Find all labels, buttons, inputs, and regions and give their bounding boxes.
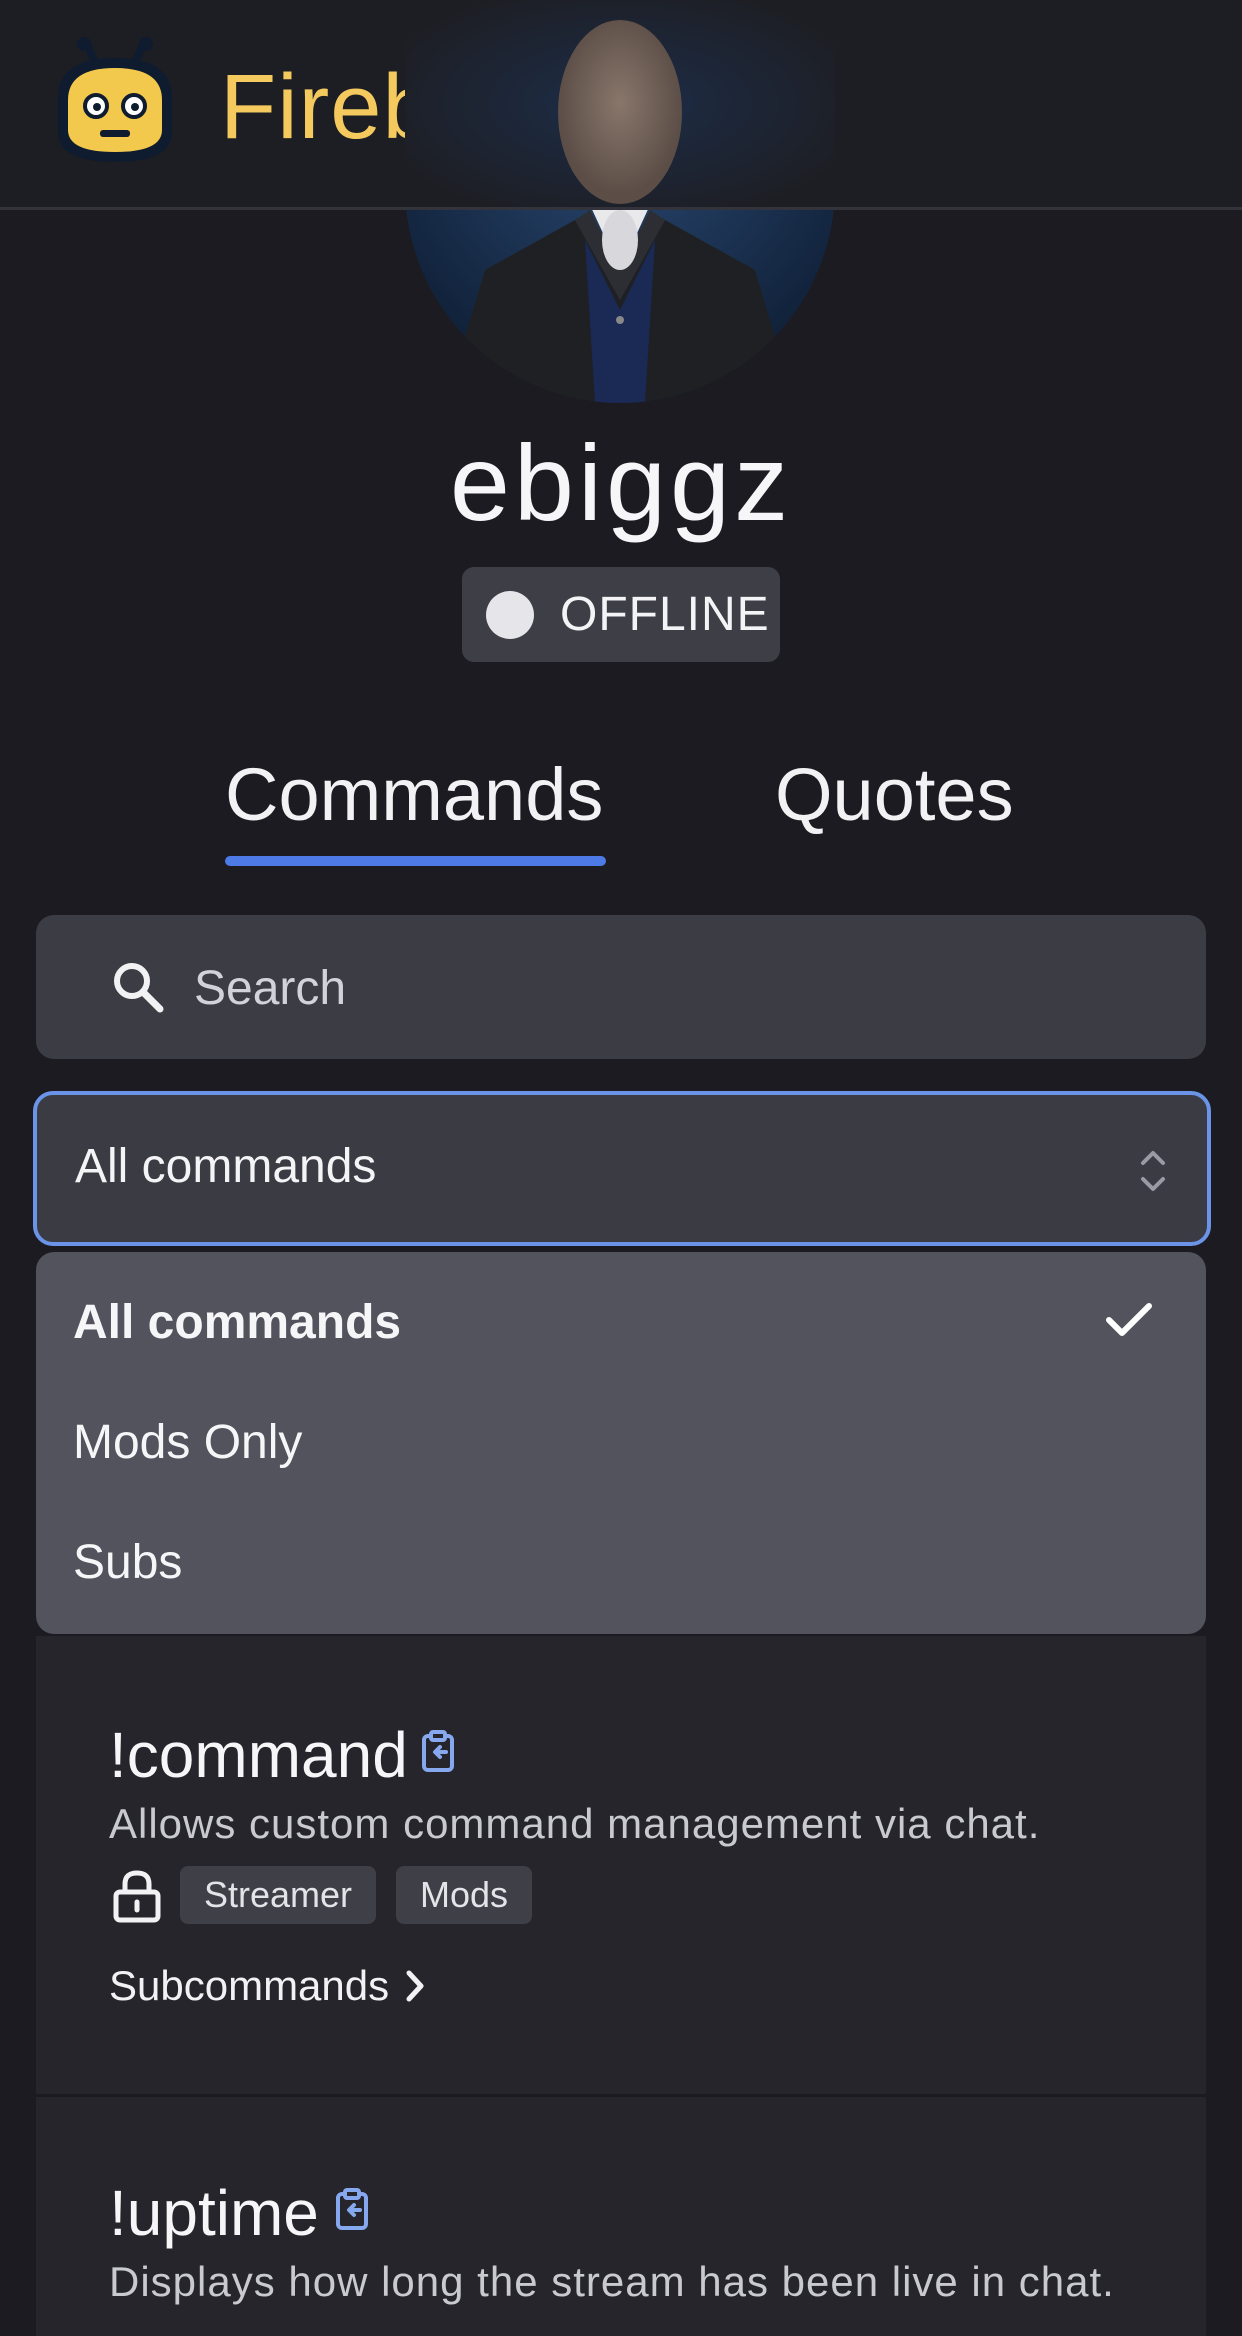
app-header: Firebot (0, 0, 1242, 210)
select-value: All commands (75, 1140, 377, 1193)
search-icon (114, 963, 164, 1013)
status-dot-icon (486, 590, 534, 639)
subcommands-label: Subcommands (109, 1962, 390, 2009)
role-tag: Mods (396, 1866, 533, 1924)
status-badge: OFFLINE (462, 567, 780, 662)
check-icon (1106, 1303, 1152, 1336)
command-name: !uptime (109, 2177, 319, 2249)
command-list: !command Allows custom command managemen… (36, 1636, 1206, 2336)
active-tab-indicator (225, 856, 606, 866)
firebot-logo-icon (58, 37, 172, 162)
lock-icon (113, 1870, 161, 1923)
chevron-up-down-icon (1141, 1151, 1165, 1191)
filter-dropdown-menu: All commands Mods Only Subs (36, 1252, 1206, 1634)
command-name: !command (109, 1719, 408, 1791)
role-tag: Streamer (180, 1866, 377, 1924)
tab-quotes[interactable]: Quotes (775, 752, 1014, 837)
command-filter-select[interactable]: All commands (33, 1091, 1211, 1246)
copy-icon[interactable] (334, 2188, 374, 2232)
dropdown-option-all-commands[interactable]: All commands (73, 1295, 401, 1350)
avatar-head (405, 0, 835, 207)
card-divider (36, 2094, 1206, 2097)
status-text: OFFLINE (560, 588, 770, 641)
copy-icon[interactable] (420, 1730, 460, 1774)
dropdown-option-subs[interactable]: Subs (73, 1535, 182, 1590)
search-input[interactable] (192, 945, 1156, 1031)
chevron-right-icon (406, 1970, 424, 2002)
dropdown-option-mods-only[interactable]: Mods Only (73, 1415, 302, 1470)
tab-commands[interactable]: Commands (225, 752, 603, 837)
command-description: Allows custom command management via cha… (109, 1800, 1041, 1847)
search-box[interactable] (36, 915, 1206, 1059)
username: ebiggz (449, 422, 793, 543)
subcommands-link[interactable]: Subcommands (109, 1962, 425, 2010)
command-description: Displays how long the stream has been li… (109, 2258, 1115, 2305)
